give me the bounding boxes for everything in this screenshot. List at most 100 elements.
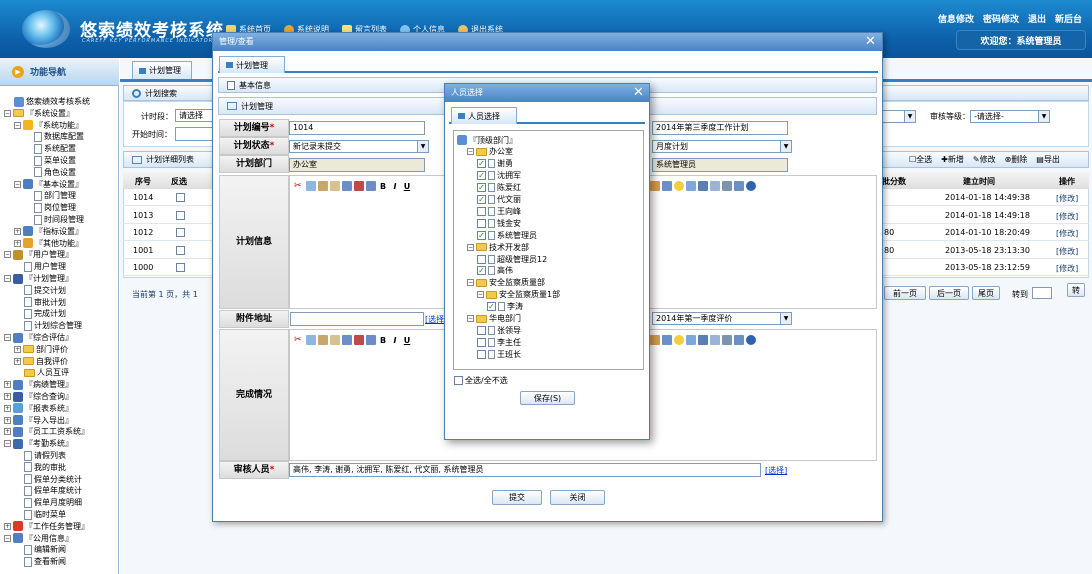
list-format-icon[interactable] [342, 181, 352, 191]
expand-icon[interactable]: + [4, 522, 11, 530]
sidebar-item[interactable]: 用户管理 [24, 261, 66, 272]
tree-node[interactable]: 张领导 [477, 324, 521, 336]
italic-icon[interactable]: I [390, 182, 400, 191]
sidebar-item[interactable]: 角色设置 [34, 167, 76, 178]
tree-node[interactable]: − 技术开发部 [467, 241, 529, 253]
next-page-button[interactable]: 后一页 [929, 286, 969, 300]
collapse-icon[interactable]: − [4, 275, 11, 282]
row-edit-link[interactable]: [修改] [1056, 228, 1078, 239]
export-button[interactable]: ▤导出 [1036, 154, 1060, 165]
tree-node[interactable]: ✓ 陈爱红 [477, 182, 521, 194]
cut-icon[interactable]: ✂ [294, 181, 304, 191]
collapse-icon[interactable]: − [467, 243, 474, 251]
expand-icon[interactable]: + [4, 416, 11, 424]
sidebar-item[interactable]: + 『员工工资系统』 [4, 426, 89, 437]
about-icon[interactable] [746, 181, 756, 191]
sidebar-item[interactable]: 菜单设置 [34, 155, 76, 166]
collapse-icon[interactable]: − [4, 109, 11, 117]
row-edit-link[interactable]: [修改] [1056, 246, 1078, 257]
hr-icon[interactable] [662, 181, 672, 191]
sidebar-item[interactable]: 人员互评 [24, 367, 69, 378]
sidebar-item[interactable]: − 『系统功能』 [14, 120, 83, 131]
copy-icon[interactable] [306, 181, 316, 191]
row-edit-link[interactable]: [修改] [1056, 193, 1078, 204]
print-icon[interactable] [722, 181, 732, 191]
sidebar-item[interactable]: 岗位管理 [34, 202, 76, 213]
about-icon[interactable] [746, 335, 756, 345]
tree-node[interactable]: 李主任 [477, 336, 521, 348]
sidebar-item[interactable]: + 『综合查询』 [4, 391, 73, 402]
row-checkbox[interactable] [176, 228, 185, 238]
collapse-icon[interactable]: − [4, 251, 11, 259]
prev-page-button[interactable]: 前一页 [884, 286, 926, 300]
start-time-input[interactable] [175, 127, 215, 141]
paste-text-icon[interactable] [330, 335, 340, 345]
tree-node[interactable]: ✓ 沈拥军 [477, 170, 521, 182]
tree-node[interactable]: 『顶级部门』 [457, 134, 517, 146]
expand-icon[interactable]: + [4, 428, 11, 436]
preview-icon[interactable] [710, 335, 720, 345]
paste-text-icon[interactable] [330, 181, 340, 191]
sidebar-item[interactable]: + 『报表系统』 [4, 403, 73, 414]
list-format-icon[interactable] [342, 335, 352, 345]
sidebar-item[interactable]: 计划综合管理 [24, 320, 82, 331]
sidebar-item[interactable]: − 『计划管理』 [4, 273, 73, 284]
bold-icon[interactable]: B [378, 336, 388, 345]
print-icon[interactable] [722, 335, 732, 345]
sidebar-item[interactable]: 假单分类统计 [24, 474, 82, 485]
plan-type-select[interactable]: 月度计划 ▼ [652, 140, 792, 153]
collapse-icon[interactable]: − [477, 291, 484, 299]
tree-node[interactable]: − 安全监察质量1部 [477, 289, 560, 301]
cut-icon[interactable]: ✂ [294, 335, 304, 345]
collapse-icon[interactable]: − [467, 315, 474, 322]
copy-icon[interactable] [306, 335, 316, 345]
sidebar-item[interactable]: + 『病绩管理』 [4, 379, 73, 390]
image-icon[interactable] [650, 181, 660, 191]
italic-icon[interactable]: I [390, 336, 400, 345]
sidebar-item[interactable]: 我的审批 [24, 462, 66, 473]
person-checkbox[interactable] [477, 349, 486, 359]
last-page-button[interactable]: 尾页 [972, 286, 1000, 300]
creator-input[interactable]: 系统管理员 [652, 158, 788, 172]
close-button[interactable]: 关闭 [550, 490, 605, 505]
collapse-icon[interactable]: − [467, 148, 474, 156]
time-select[interactable]: 请选择 [175, 109, 213, 122]
sidebar-item[interactable]: − 『系统设置』 [4, 108, 74, 119]
bold-icon[interactable]: B [378, 182, 388, 191]
delete-button[interactable]: ⊗删除 [1005, 154, 1028, 165]
font-color-icon[interactable] [366, 181, 376, 191]
sidebar-item[interactable]: 审批计划 [24, 297, 66, 308]
expand-icon[interactable]: + [4, 393, 11, 400]
person-checkbox[interactable]: ✓ [477, 195, 486, 204]
sidebar-item[interactable]: 临时菜单 [24, 509, 66, 520]
sidebar-item[interactable]: 查看新闻 [24, 556, 66, 567]
sidebar-item[interactable]: 时间段管理 [34, 214, 84, 225]
special-char-icon[interactable] [686, 181, 696, 191]
expand-icon[interactable]: + [14, 239, 21, 247]
person-checkbox[interactable]: ✓ [487, 302, 496, 312]
row-checkbox[interactable] [176, 263, 185, 273]
tree-node[interactable]: 王向峰 [477, 205, 521, 217]
underline-icon[interactable]: U [402, 336, 412, 345]
row-checkbox[interactable] [176, 193, 185, 202]
link-new-admin[interactable]: 新后台 [1055, 12, 1082, 25]
tree-node[interactable]: − 华电部门 [467, 313, 521, 325]
sidebar-item[interactable]: 提交计划 [24, 285, 66, 296]
smiley-icon[interactable] [674, 335, 684, 345]
sidebar-item[interactable]: 假单月度明细 [24, 497, 82, 508]
person-checkbox[interactable] [477, 218, 486, 228]
picker-tab[interactable]: 人员选择 [451, 107, 517, 124]
collapse-icon[interactable]: − [14, 121, 21, 129]
source-icon[interactable] [698, 181, 708, 191]
sidebar-item[interactable]: 假单年度统计 [24, 485, 82, 496]
sidebar-item[interactable]: + 『其他功能』 [14, 238, 83, 249]
fullscreen-icon[interactable] [734, 335, 744, 345]
font-color-icon[interactable] [366, 335, 376, 345]
paste-icon[interactable] [318, 181, 328, 191]
expand-icon[interactable]: + [14, 345, 21, 353]
sidebar-item[interactable]: − 『综合评估』 [4, 332, 73, 343]
person-checkbox[interactable]: ✓ [477, 183, 486, 193]
tree-node[interactable]: 超级管理员12 [477, 253, 547, 265]
sidebar-item[interactable]: 请假列表 [24, 450, 66, 461]
row-edit-link[interactable]: [修改] [1056, 211, 1078, 222]
